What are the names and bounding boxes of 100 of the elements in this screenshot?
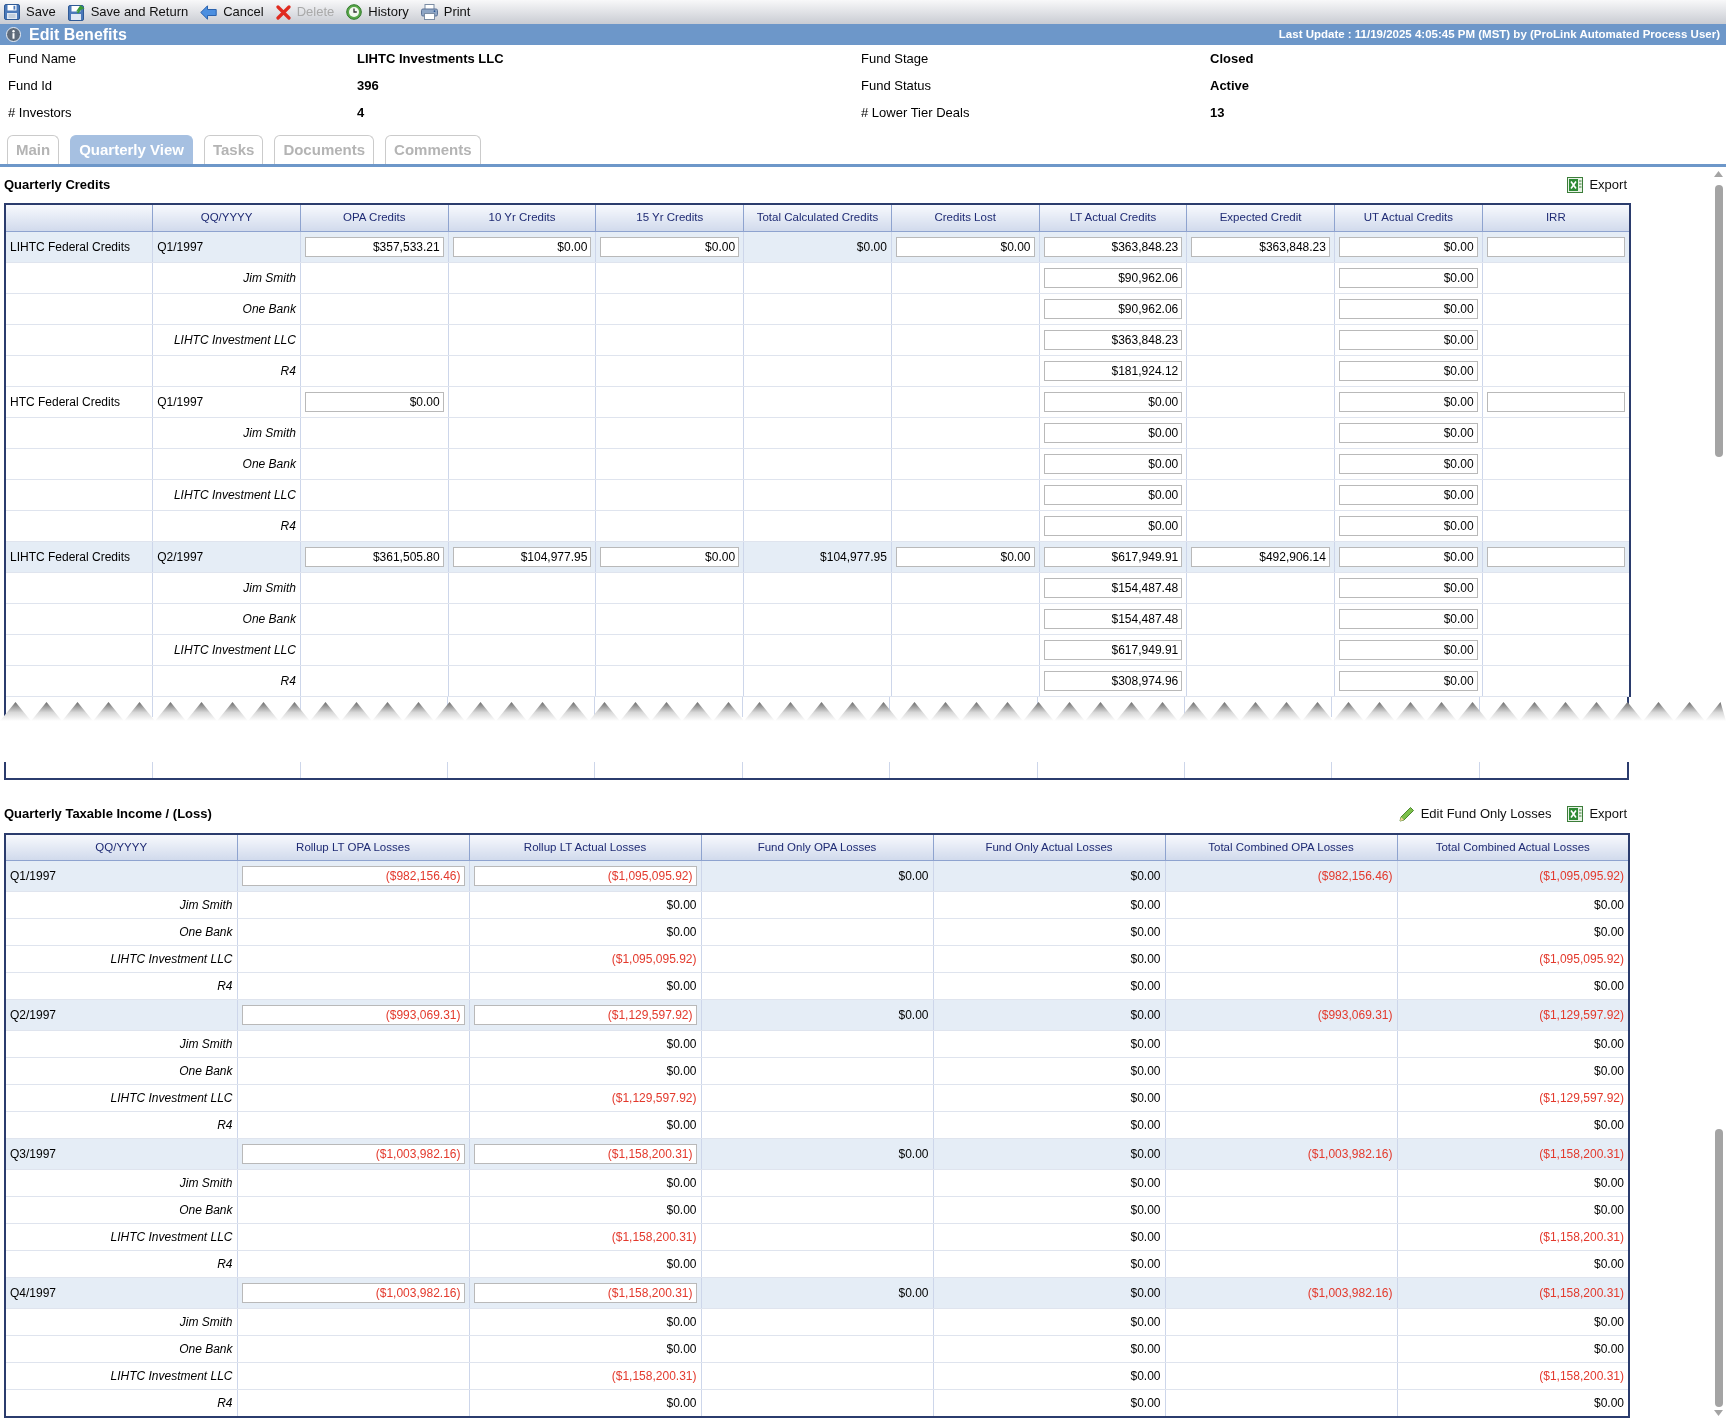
amount-field[interactable]: $492,906.14: [1191, 546, 1330, 567]
column-header: LT Actual Credits: [1039, 204, 1187, 231]
amount-field[interactable]: $0.00: [1338, 329, 1478, 350]
amount-field[interactable]: $0.00: [1043, 515, 1183, 536]
amount-field[interactable]: ($1,158,200.31): [473, 1144, 697, 1164]
amount-field[interactable]: $0.00: [1338, 484, 1478, 505]
scrollbar-thumb[interactable]: [1714, 1128, 1723, 1407]
amount-field[interactable]: $0.00: [895, 236, 1035, 257]
amount-field[interactable]: $0.00: [1338, 360, 1478, 381]
column-header: Rollup LT Actual Losses: [469, 833, 701, 861]
table-cell: One Bank: [152, 448, 301, 479]
amount-field[interactable]: ($993,069.31): [241, 1005, 465, 1025]
amount-field[interactable]: $90,962.06: [1043, 298, 1183, 319]
save-button[interactable]: Save: [3, 1, 57, 23]
column-header: UT Actual Credits: [1334, 204, 1483, 231]
table-cell: LIHTC Investment LLC: [152, 324, 301, 355]
amount-field[interactable]: $0.00: [1338, 639, 1478, 660]
amount-field[interactable]: $308,974.96: [1043, 670, 1183, 691]
table-cell: Q1/1997: [152, 386, 301, 417]
scrollbar-thumb[interactable]: [1714, 185, 1723, 457]
table-cell: $0.00: [469, 1308, 701, 1336]
table-cell: Q3/1997: [5, 1138, 237, 1170]
amount-field[interactable]: $361,505.80: [304, 546, 444, 567]
scroll-down-icon[interactable]: [1714, 1409, 1723, 1416]
table-cell: R4: [5, 1111, 237, 1139]
amount-field[interactable]: $617,949.91: [1043, 639, 1183, 660]
amount-field[interactable]: $0.00: [1338, 608, 1478, 629]
column-header: Fund Only Actual Losses: [933, 833, 1165, 861]
table-cell: $0.00: [1397, 1057, 1629, 1085]
amount-field[interactable]: ($1,129,597.92): [473, 1005, 697, 1025]
amount-field[interactable]: $0.00: [1043, 484, 1183, 505]
amount-field[interactable]: $0.00: [1043, 391, 1183, 412]
table-cell: $0.00: [1397, 1308, 1629, 1336]
table-cell: $0.00: [1397, 972, 1629, 1000]
amount-field[interactable]: $363,848.23: [1043, 236, 1183, 257]
amount-field[interactable]: $154,487.48: [1043, 577, 1183, 598]
table-cell: $0.00: [933, 1277, 1165, 1309]
amount-field[interactable]: ($1,003,982.16): [241, 1144, 465, 1164]
amount-field[interactable]: $617,949.91: [1043, 546, 1183, 567]
amount-field[interactable]: ($1,158,200.31): [473, 1283, 697, 1303]
table-cell: $0.00: [1397, 1389, 1629, 1417]
amount-field[interactable]: $0.00: [895, 546, 1035, 567]
table-cell: Jim Smith: [152, 262, 301, 293]
table-cell: ($1,129,597.92): [469, 1084, 701, 1112]
field-value: 13: [1210, 104, 1225, 122]
last-update-text: Last Update : 11/19/2025 4:05:45 PM (MST) by (ProLink Automated Process User): [1278, 26, 1720, 42]
table-cell: ($1,095,095.92): [1397, 860, 1629, 892]
amount-field[interactable]: ($982,156.46): [241, 866, 465, 886]
x-mark-icon: [275, 4, 291, 20]
table-cell: $0.00: [469, 1389, 701, 1417]
amount-field[interactable]: $0.00: [1338, 236, 1478, 257]
table-cell: ($1,158,200.31): [1397, 1277, 1629, 1309]
table-cell: $0.00: [933, 1196, 1165, 1224]
amount-field[interactable]: $90,962.06: [1043, 267, 1183, 288]
field-value: 4: [357, 104, 365, 122]
amount-field[interactable]: $0.00: [1338, 422, 1478, 443]
amount-field[interactable]: $0.00: [1338, 453, 1478, 474]
history-button[interactable]: History: [345, 1, 410, 23]
section-title: Quarterly Taxable Income / (Loss): [4, 805, 212, 824]
amount-field[interactable]: $154,487.48: [1043, 608, 1183, 629]
amount-field[interactable]: $0.00: [1338, 670, 1478, 691]
table-cell: $0.00: [933, 1030, 1165, 1058]
table-cell: LIHTC Investment LLC: [5, 1084, 237, 1112]
save-and-return-button[interactable]: Save and Return: [66, 1, 190, 23]
amount-field[interactable]: $0.00: [1338, 391, 1478, 412]
info-icon: [6, 27, 21, 42]
amount-field[interactable]: $363,848.23: [1191, 236, 1330, 257]
export-button[interactable]: Export: [1566, 175, 1628, 195]
amount-field[interactable]: $357,533.21: [304, 236, 444, 257]
table-cell: $0.00: [933, 1057, 1165, 1085]
amount-field[interactable]: $0.00: [1043, 453, 1183, 474]
edit-losses-button[interactable]: Edit Fund Only Losses: [1397, 804, 1553, 824]
table-cell: $0.00: [701, 999, 933, 1031]
amount-field[interactable]: [1486, 546, 1625, 567]
amount-field[interactable]: $104,977.95: [452, 546, 592, 567]
amount-field[interactable]: $0.00: [1338, 298, 1478, 319]
cancel-button[interactable]: Cancel: [199, 1, 265, 23]
amount-field[interactable]: $0.00: [1338, 577, 1478, 598]
field-label: Fund Name: [8, 50, 76, 68]
amount-field[interactable]: $0.00: [1338, 515, 1478, 536]
amount-field[interactable]: $0.00: [1338, 267, 1478, 288]
amount-field[interactable]: $0.00: [304, 391, 444, 412]
export-button[interactable]: Export: [1566, 804, 1628, 824]
table-cell: $0.00: [1397, 1111, 1629, 1139]
amount-field[interactable]: ($1,095,095.92): [473, 866, 697, 886]
scroll-up-icon[interactable]: [1714, 171, 1723, 177]
table-cell: Q2/1997: [152, 541, 301, 572]
amount-field[interactable]: [1486, 236, 1625, 257]
amount-field[interactable]: $363,848.23: [1043, 329, 1183, 350]
table-cell: Jim Smith: [5, 891, 237, 919]
amount-field[interactable]: [1486, 391, 1625, 412]
amount-field[interactable]: $181,924.12: [1043, 360, 1183, 381]
amount-field[interactable]: $0.00: [600, 236, 740, 257]
amount-field[interactable]: ($1,003,982.16): [241, 1283, 465, 1303]
amount-field[interactable]: $0.00: [1338, 546, 1478, 567]
table-cell: Q1/1997: [5, 860, 237, 892]
amount-field[interactable]: $0.00: [1043, 422, 1183, 443]
amount-field[interactable]: $0.00: [452, 236, 592, 257]
amount-field[interactable]: $0.00: [600, 546, 740, 567]
print-button[interactable]: Print: [419, 1, 472, 23]
